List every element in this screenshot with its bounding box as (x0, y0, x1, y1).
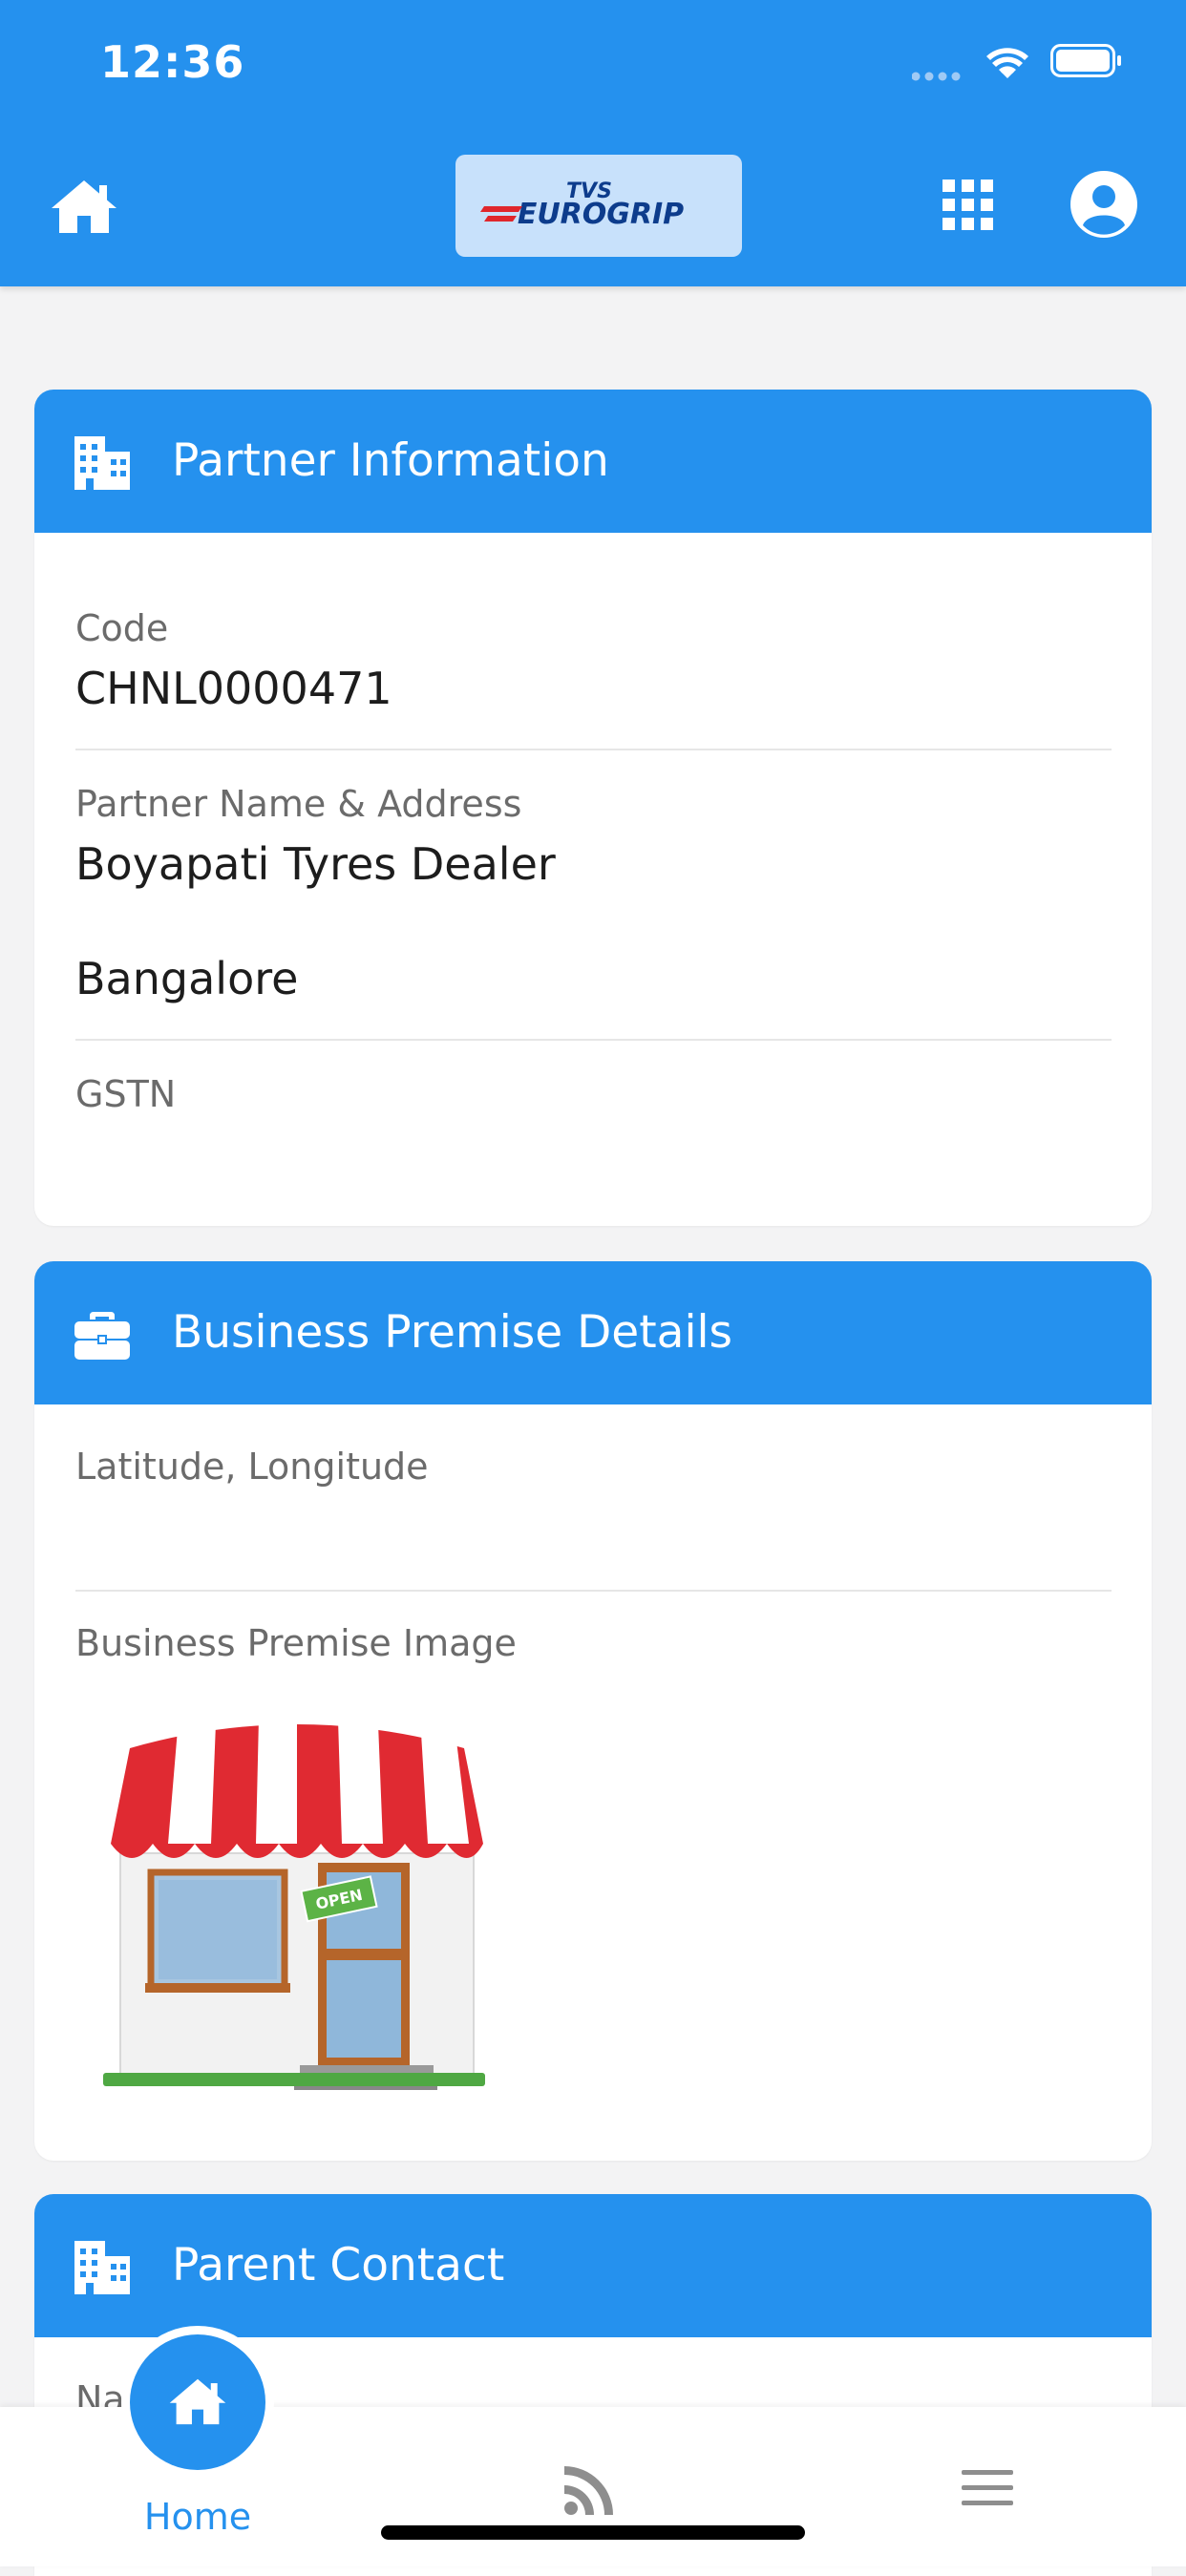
briefcase-icon (74, 1312, 130, 1360)
status-icons (912, 44, 1121, 81)
partner-name-label: Partner Name & Address (75, 783, 522, 825)
signal-icon (912, 72, 961, 81)
divider (75, 1590, 1112, 1592)
premise-image-label: Business Premise Image (75, 1622, 517, 1664)
partner-name-value: Boyapati Tyres Dealer (75, 838, 556, 890)
shop-illustration: OPEN (103, 1716, 485, 2090)
user-circle-icon (1070, 171, 1137, 238)
parent-contact-header: Parent Contact (34, 2194, 1152, 2337)
brand-logo: TVS EUROGRIP (455, 155, 742, 257)
nav-home-label[interactable]: Home (143, 2496, 252, 2538)
partner-address-value: Bangalore (75, 953, 299, 1004)
wifi-icon (986, 48, 1028, 78)
nav-feed-button[interactable] (561, 2462, 617, 2518)
premise-image[interactable]: OPEN (92, 1710, 521, 2111)
home-button[interactable] (50, 178, 118, 235)
grid-icon (942, 179, 993, 230)
profile-button[interactable] (1070, 170, 1138, 239)
battery-icon (1050, 44, 1121, 77)
home-icon (169, 2378, 226, 2425)
building-icon (74, 2241, 130, 2294)
gstn-label: GSTN (75, 1073, 177, 1115)
divider (75, 749, 1112, 750)
nav-home-button[interactable] (130, 2334, 265, 2470)
status-time: 12:36 (100, 36, 245, 88)
app-header: 12:36 TVS EUROGRIP (0, 0, 1186, 286)
rss-icon (564, 2466, 613, 2515)
nav-menu-button[interactable] (960, 2468, 1015, 2508)
home-icon (52, 180, 116, 233)
apps-button[interactable] (941, 178, 996, 233)
svg-text:EUROGRIP: EUROGRIP (518, 198, 684, 231)
partner-information-header: Partner Information (34, 390, 1152, 533)
partner-information-title: Partner Information (172, 434, 609, 487)
divider (75, 1039, 1112, 1041)
partner-information-card: Partner Information Code CHNL0000471 Par… (34, 390, 1152, 1226)
business-premise-title: Business Premise Details (172, 1306, 733, 1359)
building-icon (74, 436, 130, 490)
code-label: Code (75, 607, 169, 649)
menu-icon (962, 2470, 1013, 2505)
home-indicator (381, 2525, 805, 2540)
lat-long-label: Latitude, Longitude (75, 1446, 429, 1488)
business-premise-header: Business Premise Details (34, 1261, 1152, 1404)
parent-contact-title: Parent Contact (172, 2239, 505, 2291)
business-premise-card: Business Premise Details Latitude, Longi… (34, 1261, 1152, 2161)
code-value: CHNL0000471 (75, 663, 392, 714)
